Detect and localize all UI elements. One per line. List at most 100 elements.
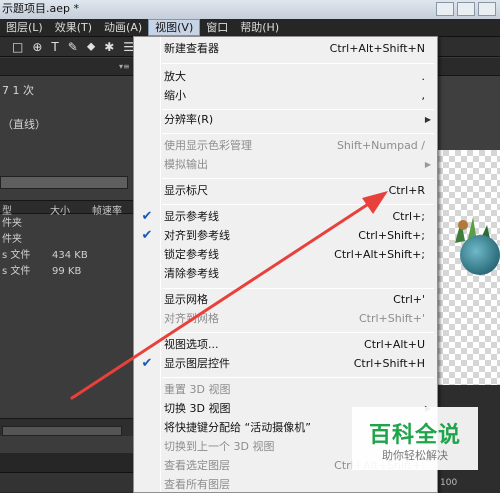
menu-layer[interactable]: 图层(L)	[0, 19, 49, 37]
menu-item-label: 缩小	[164, 89, 186, 102]
menu-item-label: 新建查看器	[164, 42, 219, 55]
menu-separator	[162, 63, 434, 64]
menu-item-resolution[interactable]: 分辨率(R) ▶	[134, 110, 437, 129]
menu-item-label: 将快捷键分配给 “活动摄像机”	[164, 421, 311, 434]
project-row[interactable]: s 文件 434 KB	[0, 248, 128, 264]
menu-item-label: 切换到上一个 3D 视图	[164, 440, 275, 453]
menu-item-label: 清除参考线	[164, 267, 219, 280]
menu-item-zoom-in[interactable]: 放大 .	[134, 67, 437, 86]
menu-window[interactable]: 窗口	[200, 19, 234, 37]
panel-menu-icon[interactable]: ▾≡	[119, 62, 130, 71]
menu-item-show-guides[interactable]: ✔ 显示参考线 Ctrl+;	[134, 207, 437, 226]
project-info-line: （直线）	[2, 118, 46, 131]
project-row[interactable]: 件夹	[0, 232, 128, 248]
text-tool-icon[interactable]: T	[51, 40, 58, 54]
rectangle-tool-icon[interactable]: □	[12, 40, 23, 54]
brush-tool-icon[interactable]: ✎	[68, 40, 78, 54]
watermark-title: 百科全说	[368, 423, 461, 448]
minimize-button[interactable]	[436, 2, 454, 16]
project-row[interactable]: s 文件 99 KB	[0, 264, 128, 280]
globe-graphic-icon	[460, 235, 500, 275]
menu-item-new-viewer[interactable]: 新建查看器 Ctrl+Alt+Shift+N	[134, 39, 437, 58]
menu-item-shortcut: Ctrl+;	[392, 210, 426, 223]
project-info-line: 7 1 次	[2, 84, 34, 97]
project-scrollbar[interactable]	[2, 426, 122, 436]
menu-item-label: 分辨率(R)	[164, 113, 214, 126]
menu-item-clear-guides[interactable]: 清除参考线	[134, 264, 437, 283]
maximize-button[interactable]	[457, 2, 475, 16]
project-search-input[interactable]	[0, 176, 128, 189]
menu-item-label: 显示参考线	[164, 210, 219, 223]
menu-item-look-at-all-layers[interactable]: 查看所有图层	[134, 475, 437, 493]
menu-item-zoom-out[interactable]: 缩小 ,	[134, 86, 437, 105]
submenu-arrow-icon: ▶	[424, 115, 431, 124]
row-type: 件夹	[2, 218, 22, 229]
column-type[interactable]: 型	[2, 202, 12, 217]
watermark-logo: 百科全说 助你轻松解决	[352, 407, 478, 470]
menu-item-label: 模拟输出	[164, 158, 208, 171]
menu-separator	[162, 332, 434, 333]
menu-item-label: 显示标尺	[164, 184, 208, 197]
window-controls	[436, 2, 496, 16]
puppet-tool-icon[interactable]: ✱	[104, 40, 114, 54]
menu-item-label: 放大	[164, 70, 186, 83]
menu-help[interactable]: 帮助(H)	[234, 19, 285, 37]
menu-item-label: 显示网格	[164, 293, 208, 306]
menu-item-simulate-output[interactable]: 模拟输出 ▶	[134, 155, 437, 174]
menu-item-label: 查看选定图层	[164, 459, 230, 472]
menu-item-shortcut: Shift+Numpad /	[336, 139, 425, 152]
row-type: s 文件	[2, 266, 31, 277]
row-type: s 文件	[2, 250, 31, 261]
menu-bar: 图层(L) 效果(T) 动画(A) 视图(V) 窗口 帮助(H)	[0, 19, 500, 37]
menu-item-lock-guides[interactable]: 锁定参考线 Ctrl+Alt+Shift+;	[134, 245, 437, 264]
menu-item-show-grid[interactable]: 显示网格 Ctrl+'	[134, 290, 437, 309]
menu-item-label: 对齐到参考线	[164, 229, 230, 242]
menu-animation[interactable]: 动画(A)	[98, 19, 148, 37]
menu-effect[interactable]: 效果(T)	[49, 19, 98, 37]
project-panel-tabbar: ▾≡	[0, 58, 134, 76]
timeline-time-label: 100	[440, 478, 458, 488]
column-size[interactable]: 大小	[50, 202, 70, 217]
menu-item-shortcut: Ctrl+Shift+H	[353, 357, 425, 370]
menu-separator	[162, 204, 434, 205]
watermark-subtitle: 助你轻松解决	[382, 449, 448, 462]
eraser-tool-icon[interactable]: ⬥	[87, 39, 95, 54]
menu-item-snap-to-guides[interactable]: ✔ 对齐到参考线 Ctrl+Shift+;	[134, 226, 437, 245]
menu-item-label: 视图选项...	[164, 338, 219, 351]
window-title: 示题项目.aep *	[2, 2, 79, 15]
checkmark-icon: ✔	[141, 228, 153, 243]
menu-item-label: 查看所有图层	[164, 478, 230, 491]
menu-item-shortcut: Ctrl+Alt+Shift+;	[334, 248, 425, 261]
menu-item-shortcut: Ctrl+Shift+;	[358, 229, 425, 242]
row-size: 434 KB	[52, 250, 88, 261]
menu-item-label: 锁定参考线	[164, 248, 219, 261]
menu-item-display-color-management[interactable]: 使用显示色彩管理 Shift+Numpad /	[134, 136, 437, 155]
menu-item-label: 显示图层控件	[164, 357, 230, 370]
menu-item-view-options[interactable]: 视图选项... Ctrl+Alt+U	[134, 335, 437, 354]
close-button[interactable]	[478, 2, 496, 16]
checkmark-icon: ✔	[141, 356, 153, 371]
menu-separator	[162, 288, 434, 289]
menu-item-show-rulers[interactable]: 显示标尺 Ctrl+R	[134, 181, 437, 200]
menu-view[interactable]: 视图(V)	[148, 19, 201, 36]
pen-tool-icon[interactable]: ⊕	[32, 40, 42, 54]
menu-separator	[162, 133, 434, 134]
menu-separator	[162, 178, 434, 179]
checkmark-icon: ✔	[141, 209, 153, 224]
column-framerate[interactable]: 帧速率	[92, 202, 122, 217]
menu-item-label: 重置 3D 视图	[164, 383, 231, 396]
menu-item-reset-3d-view[interactable]: 重置 3D 视图	[134, 380, 437, 399]
window-title-bar: 示题项目.aep *	[0, 0, 500, 19]
composition-tabbar	[437, 58, 500, 76]
menu-item-shortcut: Ctrl+R	[388, 184, 425, 197]
menu-item-show-layer-controls[interactable]: ✔ 显示图层控件 Ctrl+Shift+H	[134, 354, 437, 373]
menu-item-shortcut: Ctrl+'	[393, 293, 425, 306]
menu-item-shortcut: Ctrl+Alt+Shift+N	[329, 42, 425, 55]
menu-separator	[162, 377, 434, 378]
row-type: 件夹	[2, 234, 22, 245]
timeline-header-bar	[0, 472, 134, 492]
project-column-header: 型 大小 帧速率	[0, 200, 134, 217]
project-row[interactable]: 件夹	[0, 216, 128, 232]
menu-item-snap-to-grid[interactable]: 对齐到网格 Ctrl+Shift+'	[134, 309, 437, 328]
menu-item-label: 切换 3D 视图	[164, 402, 231, 415]
